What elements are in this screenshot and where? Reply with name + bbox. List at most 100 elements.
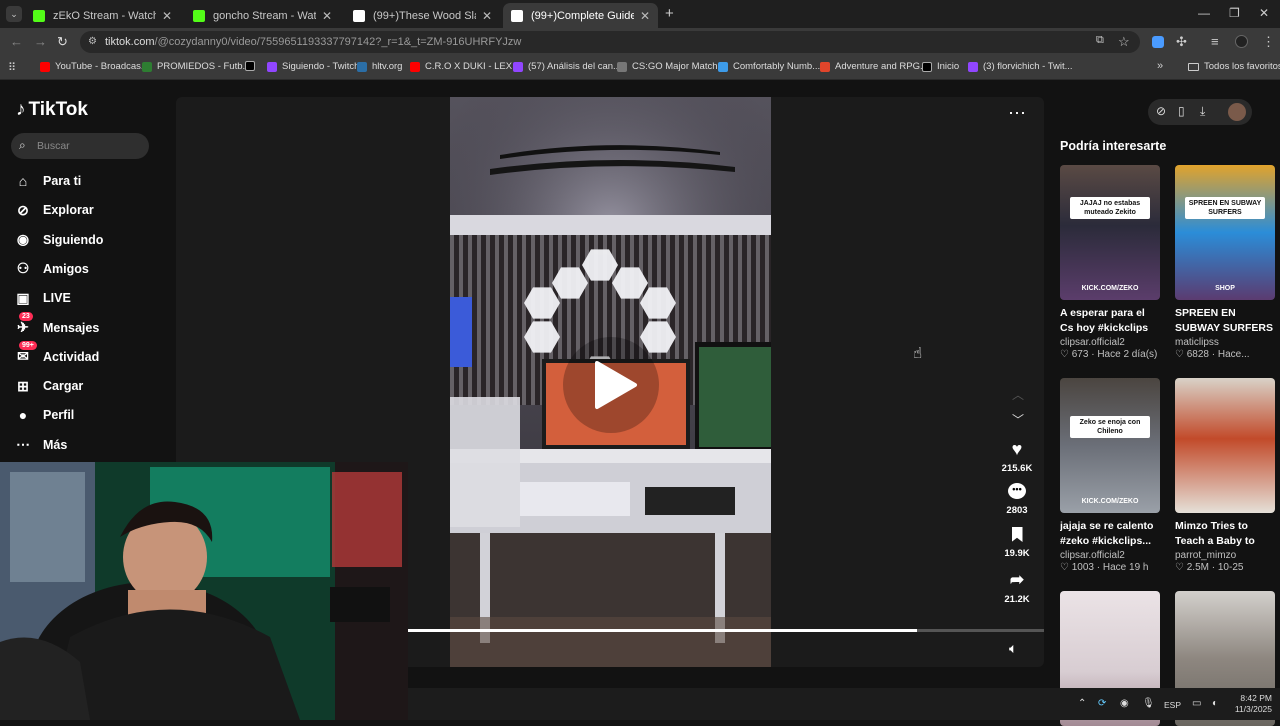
sidebar-item-amigos[interactable]: ⚇ Amigos [14, 260, 89, 278]
video-thumbnail[interactable] [1175, 378, 1275, 513]
bookmark-item[interactable]: Comfortably Numb... [718, 61, 820, 72]
bookmark-item[interactable]: CS:GO Major Match... [617, 61, 725, 72]
install-app-icon[interactable]: ⧉ [1096, 34, 1104, 47]
tab-close-icon[interactable]: ✕ [640, 9, 650, 23]
download-icon[interactable]: ⤓ [1200, 104, 1205, 119]
more-bookmarks-icon[interactable]: » [1157, 60, 1163, 72]
video-caption[interactable]: SPREEN EN SUBWAY SURFERS🥵 #spre... [1175, 306, 1275, 336]
browser-tab[interactable]: (99+)Complete Guide to an Ide ✕ [503, 3, 658, 28]
tab-close-icon[interactable]: ✕ [322, 9, 332, 23]
user-avatar[interactable] [1228, 103, 1246, 121]
sidebar-item-actividad[interactable]: ✉ Actividad 99+ [14, 340, 99, 366]
all-bookmarks-folder[interactable]: Todos los favoritos [1188, 61, 1280, 72]
search-box[interactable]: ⌕ Buscar [11, 133, 149, 159]
play-button[interactable] [563, 337, 659, 433]
sidebar-item-mensajes[interactable]: ✈ Mensajes 23 [14, 311, 99, 337]
author-name[interactable]: maticlipss [1175, 337, 1275, 348]
sidebar-item-ms[interactable]: ⋯ Más [14, 436, 67, 454]
tab-close-icon[interactable]: ✕ [482, 9, 492, 23]
clock[interactable]: 8:42 PM 11/3/2025 [1228, 693, 1272, 715]
video-frame[interactable] [450, 97, 771, 667]
author-name[interactable]: parrot_mimzo [1175, 550, 1275, 561]
sidebar-item-parati[interactable]: ⌂ Para ti [14, 172, 81, 190]
new-tab-button[interactable]: + [665, 5, 674, 22]
tab-search-button[interactable]: ⌄ [6, 6, 22, 22]
browser-toolbar: ← → ↻ ⚙ tiktok.com/@cozydanny0/video/755… [0, 28, 1280, 56]
extensions-puzzle-icon[interactable]: ✣ [1176, 34, 1187, 50]
bookmark-item[interactable] [245, 61, 260, 71]
recommendation-card[interactable]: SPREEN EN SUBWAY SURFERS SHOP SPREEN EN SU… [1175, 165, 1275, 360]
next-video-icon[interactable]: ﹀ [1012, 411, 1024, 428]
bookmark-favicon-icon [513, 61, 523, 72]
recommendation-card[interactable]: Mimzo Tries to Teach a Baby to Talk... B… [1175, 378, 1275, 573]
comment-action[interactable]: ••• 2803 [997, 483, 1037, 516]
sidebar-item-cargar[interactable]: ⊞ Cargar [14, 377, 83, 395]
sidebar-item-perfil[interactable]: ● Perfil [14, 406, 75, 424]
recommendation-card[interactable]: Zeko se enoja con Chileno KICK.COM/ZEKO ja… [1060, 378, 1160, 573]
address-bar[interactable]: ⚙ tiktok.com/@cozydanny0/video/755965119… [80, 31, 1140, 53]
close-window-icon[interactable]: ✕ [1259, 6, 1269, 20]
microphone-icon[interactable]: 🎙︎ [1142, 698, 1155, 709]
video-thumbnail[interactable]: Zeko se enoja con Chileno KICK.COM/ZEKO [1060, 378, 1160, 513]
site-info-icon[interactable]: ⚙ [88, 31, 97, 53]
progress-track[interactable] [408, 629, 1044, 632]
tiktok-logo[interactable]: ♪ TikTok [16, 99, 88, 121]
browser-tab[interactable]: (99+)These Wood Slats Panels ✕ [345, 3, 500, 28]
bookmark-item[interactable]: Siguiendo - Twitch [267, 61, 359, 72]
bookmark-item[interactable]: hltv.org [357, 61, 402, 72]
coins-icon[interactable]: ⊘ [1156, 104, 1166, 118]
apps-grid-icon[interactable]: ⠿ [8, 61, 16, 74]
previous-video-icon[interactable]: ︿ [1012, 386, 1024, 403]
bookmark-item[interactable]: (57) Análisis del can... [513, 61, 621, 72]
sidebar-item-live[interactable]: ▣ LIVE [14, 289, 70, 307]
search-icon: ⌕ [19, 138, 26, 152]
forward-icon[interactable]: → [34, 34, 47, 49]
video-caption[interactable]: jajaja se re calento #zeko #kickclips... [1060, 519, 1160, 549]
video-caption[interactable]: A esperar para el Cs hoy #kickclips #ze.… [1060, 306, 1160, 336]
tab-favicon-icon [33, 9, 45, 22]
tab-favicon-icon [353, 9, 365, 22]
recommendation-card[interactable]: JAJAJ no estabas muteado Zekito KICK.COM/… [1060, 165, 1160, 360]
back-icon[interactable]: ← [10, 34, 23, 49]
bookmark-item[interactable]: Adventure and RPG... [820, 61, 928, 72]
video-thumbnail[interactable]: SPREEN EN SUBWAY SURFERS SHOP [1175, 165, 1275, 300]
bookmark-item[interactable]: Inicio [922, 61, 959, 72]
tab-close-icon[interactable]: ✕ [162, 9, 172, 23]
volume-tray-icon[interactable]: ◐ [1212, 698, 1218, 709]
tray-app-icon[interactable]: ⟳ [1098, 698, 1106, 709]
steam-icon[interactable]: ◉ [1120, 698, 1129, 709]
sidebar-item-explorar[interactable]: ⊘ Explorar [14, 201, 94, 219]
language-indicator[interactable]: ESP [1164, 700, 1181, 710]
volume-icon[interactable]: 🔈︎ [1009, 640, 1017, 657]
browser-tab[interactable]: goncho Stream - Watch Live on ✕ [185, 3, 340, 28]
mouse-cursor-icon: ☝︎ [913, 345, 923, 362]
meta-separator: · [1094, 562, 1103, 573]
like-action[interactable]: ♥ 215.6K [997, 439, 1037, 474]
restore-icon[interactable]: ❐ [1229, 6, 1240, 20]
device-icon[interactable]: ▯ [1178, 104, 1185, 118]
bookmark-item[interactable]: C.R.O X DUKI - LEX... [410, 61, 520, 72]
bookmark-favicon-icon [968, 61, 978, 72]
network-icon[interactable]: ▭ [1192, 698, 1201, 709]
bookmark-item[interactable]: PROMIEDOS - Futb... [142, 61, 250, 72]
video-caption[interactable]: Mimzo Tries to Teach a Baby to Talk... B… [1175, 519, 1275, 549]
author-name[interactable]: clipsar.official2 [1060, 550, 1160, 561]
extension-icon[interactable] [1152, 36, 1164, 48]
bookmark-item[interactable]: YouTube - Broadcas... [40, 61, 149, 72]
save-action[interactable]: 19.9K [997, 527, 1037, 559]
sidebar-item-siguiendo[interactable]: ◉ Siguiendo [14, 231, 104, 249]
profile-avatar[interactable] [1235, 35, 1248, 48]
tray-chevron-icon[interactable]: ⌃ [1078, 698, 1086, 709]
author-name[interactable]: clipsar.official2 [1060, 337, 1160, 348]
browser-menu-icon[interactable]: ⋮ [1262, 34, 1275, 50]
media-controls-icon[interactable]: ≡ [1211, 34, 1219, 49]
bookmark-item[interactable]: (3) florvichich - Twit... [968, 61, 1073, 72]
minimize-icon[interactable]: — [1198, 6, 1210, 20]
browser-tab[interactable]: zEkO Stream - Watch Live o ✕ [25, 3, 180, 28]
video-thumbnail[interactable]: JAJAJ no estabas muteado Zekito KICK.COM/… [1060, 165, 1160, 300]
reload-icon[interactable]: ↻ [57, 34, 68, 50]
share-action[interactable]: ➦ 21.2K [997, 571, 1037, 606]
share-count: 21.2K [1004, 594, 1030, 605]
more-options-icon[interactable]: ⋯ [1008, 103, 1026, 124]
bookmark-star-icon[interactable]: ☆ [1118, 34, 1130, 50]
